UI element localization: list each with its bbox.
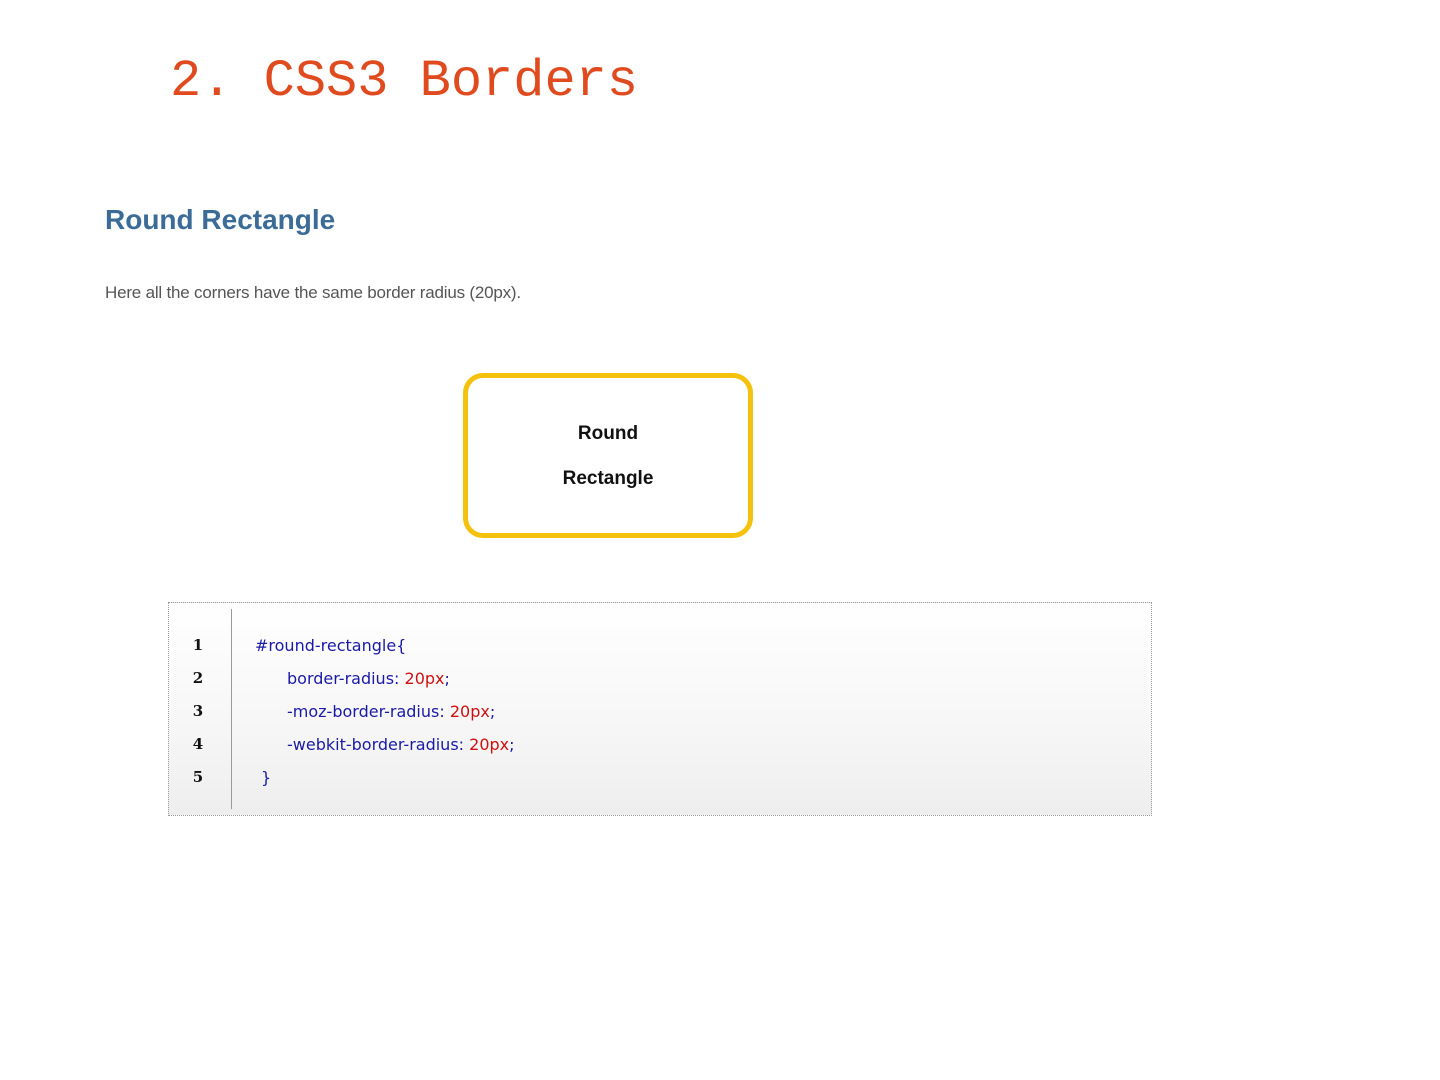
- css-semicolon: ;: [509, 735, 515, 754]
- code-line: 5 }: [169, 761, 1151, 794]
- code-lines: 1 #round-rectangle{ 2 border-radius: 20p…: [169, 629, 1151, 794]
- section-description: Here all the corners have the same borde…: [105, 283, 521, 302]
- css-selector: #round-rectangle{: [255, 636, 407, 655]
- line-number: 1: [192, 636, 204, 654]
- code-text: border-radius: 20px;: [287, 662, 450, 695]
- code-text: #round-rectangle{: [255, 629, 406, 662]
- code-text: -webkit-border-radius: 20px;: [287, 728, 515, 761]
- code-line: 2 border-radius: 20px;: [169, 662, 1151, 695]
- css-property: -moz-border-radius:: [287, 702, 445, 721]
- css-closing-brace: }: [261, 768, 272, 787]
- code-text: -moz-border-radius: 20px;: [287, 695, 495, 728]
- line-number: 3: [192, 702, 204, 720]
- section-heading: Round Rectangle: [105, 204, 336, 235]
- line-number: 5: [192, 768, 204, 786]
- round-rectangle-demo: Round Rectangle: [463, 373, 753, 538]
- css-value: 20px: [449, 702, 490, 721]
- css-semicolon: ;: [489, 702, 496, 721]
- code-block: 1 #round-rectangle{ 2 border-radius: 20p…: [168, 602, 1152, 816]
- css-property: border-radius:: [287, 669, 400, 688]
- demo-label-line-2: Rectangle: [562, 467, 654, 489]
- code-line: 1 #round-rectangle{: [169, 629, 1151, 662]
- css-property: -webkit-border-radius:: [287, 735, 465, 754]
- css-value: 20px: [469, 735, 510, 754]
- slide-title: 2. CSS3 Borders: [170, 52, 639, 111]
- code-line: 4 -webkit-border-radius: 20px;: [169, 728, 1151, 761]
- code-text: }: [261, 761, 271, 794]
- code-line: 3 -moz-border-radius: 20px;: [169, 695, 1151, 728]
- css-value: 20px: [404, 669, 445, 688]
- line-number: 4: [192, 735, 204, 753]
- line-number: 2: [192, 669, 204, 687]
- css-semicolon: ;: [444, 669, 450, 688]
- demo-label-line-1: Round: [577, 422, 639, 444]
